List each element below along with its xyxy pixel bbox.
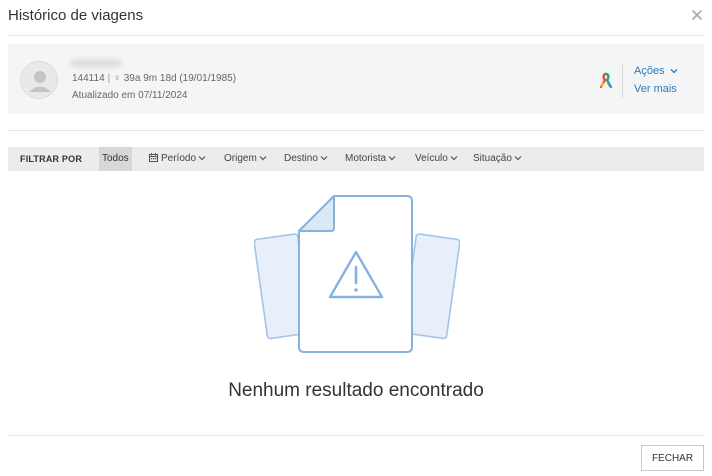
header-divider: [8, 35, 704, 36]
actions-dropdown[interactable]: Ações: [634, 65, 678, 77]
filter-vehicle[interactable]: Veículo: [415, 147, 458, 171]
filter-all[interactable]: Todos: [99, 147, 132, 171]
chevron-down-icon: [320, 156, 328, 161]
empty-state-message: Nenhum resultado encontrado: [228, 380, 484, 401]
info-separator: |: [107, 73, 111, 84]
filter-driver-label: Motorista: [345, 153, 387, 164]
filter-status-label: Situação: [473, 153, 512, 164]
card-bottom-divider: [8, 130, 704, 131]
filter-period[interactable]: Período: [149, 147, 206, 171]
filter-period-label: Período: [161, 153, 197, 164]
patient-id: 144114: [72, 73, 105, 84]
chevron-down-icon: [259, 156, 267, 161]
chevron-down-icon: [388, 156, 396, 161]
patient-age: 39a 9m 18d (19/01/1985): [123, 73, 237, 84]
patient-info: 144114 | ♀ 39a 9m 18d (19/01/1985): [72, 73, 236, 84]
warning-document-icon: [254, 195, 460, 353]
chevron-down-icon: [514, 156, 522, 161]
calendar-icon: [149, 153, 158, 162]
filter-origin-label: Origem: [224, 153, 257, 164]
filter-label: FILTRAR POR: [20, 154, 83, 164]
modal-header: Histórico de viagens: [0, 0, 712, 34]
actions-label: Ações: [634, 65, 665, 77]
filter-destination[interactable]: Destino: [284, 147, 328, 171]
see-more-link[interactable]: Ver mais: [634, 83, 677, 95]
card-divider: [622, 63, 623, 98]
close-icon[interactable]: [690, 8, 704, 22]
awareness-ribbon-icon: [599, 72, 613, 89]
filter-origin[interactable]: Origem: [224, 147, 267, 171]
chevron-down-icon: [450, 156, 458, 161]
chevron-down-icon: [670, 69, 678, 74]
patient-name: xxxxxxxxx: [71, 57, 121, 69]
footer-divider: [8, 435, 704, 436]
modal-title: Histórico de viagens: [8, 7, 144, 24]
chevron-down-icon: [198, 156, 206, 161]
filter-status[interactable]: Situação: [473, 147, 522, 171]
filter-vehicle-label: Veículo: [415, 153, 448, 164]
filter-driver[interactable]: Motorista: [345, 147, 396, 171]
filter-destination-label: Destino: [284, 153, 318, 164]
avatar: [20, 61, 58, 99]
female-icon: ♀: [113, 73, 121, 84]
filter-bar: FILTRAR POR Todos Período Origem Destino…: [8, 147, 704, 171]
patient-card: xxxxxxxxx 144114 | ♀ 39a 9m 18d (19/01/1985…: [8, 44, 704, 114]
user-icon: [29, 71, 51, 92]
close-button[interactable]: FECHAR: [641, 445, 704, 471]
patient-updated: Atualizado em 07/11/2024: [72, 90, 188, 101]
